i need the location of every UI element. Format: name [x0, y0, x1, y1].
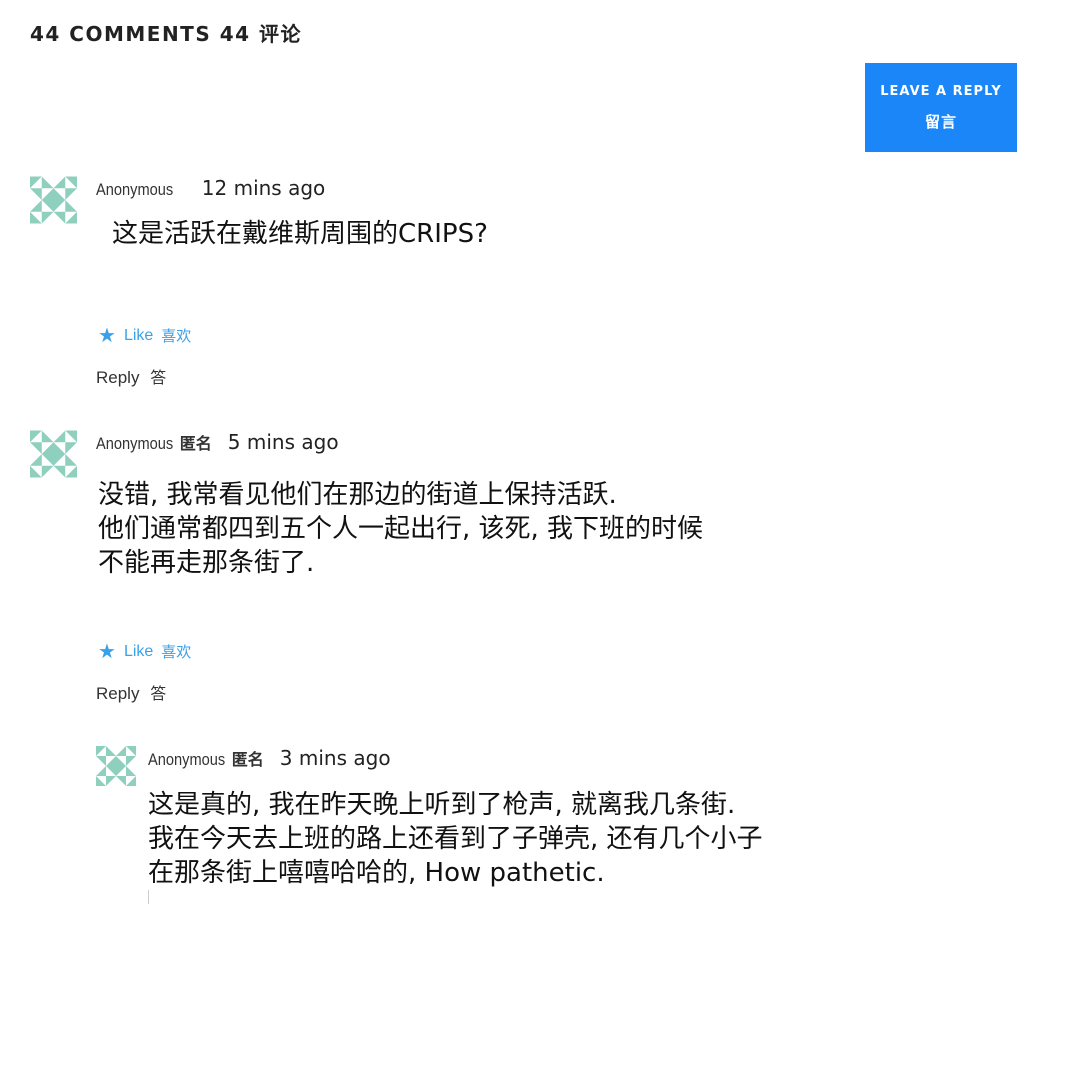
comment-line: 我在今天去上班的路上还看到了子弹壳, 还有几个小子 [148, 824, 763, 854]
reply-label-cn: 答 [150, 684, 167, 703]
comment-line: 这是活跃在戴维斯周围的CRIPS? [112, 219, 488, 249]
identicon-avatar [30, 430, 77, 478]
comment-author: Anonymous [96, 434, 174, 453]
comment-time: 3 mins ago [279, 746, 391, 770]
comment-meta: Anonymous 12 mins ago [96, 176, 325, 200]
comment-body: 这是活跃在戴维斯周围的CRIPS? [112, 217, 488, 251]
like-label: Like [123, 642, 154, 660]
leave-a-reply-label-cn: 留言 [924, 112, 957, 131]
comment-time: 12 mins ago [201, 176, 326, 200]
comment-body: 没错, 我常看见他们在那边的街道上保持活跃. 他们通常都四到五个人一起出行, 该… [98, 478, 703, 580]
like-button[interactable]: ★ Like 喜欢 [98, 641, 191, 662]
identicon-avatar [30, 176, 77, 224]
leave-a-reply-button[interactable]: LEAVE A REPLY 留言 [865, 63, 1017, 152]
identicon-avatar [96, 746, 136, 786]
reply-link[interactable]: Reply 答 [96, 364, 166, 388]
reply-label: Reply [96, 368, 140, 387]
comment-body: 这是真的, 我在昨天晚上听到了枪声, 就离我几条街. 我在今天去上班的路上还看到… [148, 788, 763, 890]
reply-label: Reply [96, 684, 140, 703]
comment-author: Anonymous [148, 750, 226, 769]
comment-line: 没错, 我常看见他们在那边的街道上保持活跃. [98, 480, 617, 510]
like-label: Like [123, 326, 154, 344]
comment-meta: Anonymous 匿名 3 mins ago [148, 746, 391, 770]
star-icon: ★ [98, 640, 116, 663]
comment-line: 不能再走那条街了. [98, 548, 315, 578]
like-button[interactable]: ★ Like 喜欢 [98, 325, 191, 346]
like-label-cn: 喜欢 [161, 643, 192, 661]
star-icon: ★ [98, 324, 116, 347]
comment-line: 这是真的, 我在昨天晚上听到了枪声, 就离我几条街. [148, 790, 736, 820]
comment-time: 5 mins ago [227, 430, 339, 454]
comment-author-cn: 匿名 [231, 750, 264, 769]
comment-line: 他们通常都四到五个人一起出行, 该死, 我下班的时候 [98, 514, 704, 544]
leave-a-reply-label: LEAVE A REPLY [880, 83, 1002, 99]
reply-label-cn: 答 [150, 368, 167, 387]
thread-divider [148, 890, 149, 904]
comment-meta: Anonymous 匿名 5 mins ago [96, 430, 339, 454]
comments-count-heading: 44 COMMENTS 44 评论 [30, 22, 302, 46]
comment-author-cn: 匿名 [179, 434, 212, 453]
comment-author: Anonymous [96, 180, 174, 199]
comment-line: 在那条街上嘻嘻哈哈的, How pathetic. [148, 858, 605, 888]
reply-link[interactable]: Reply 答 [96, 680, 166, 704]
like-label-cn: 喜欢 [161, 327, 192, 345]
